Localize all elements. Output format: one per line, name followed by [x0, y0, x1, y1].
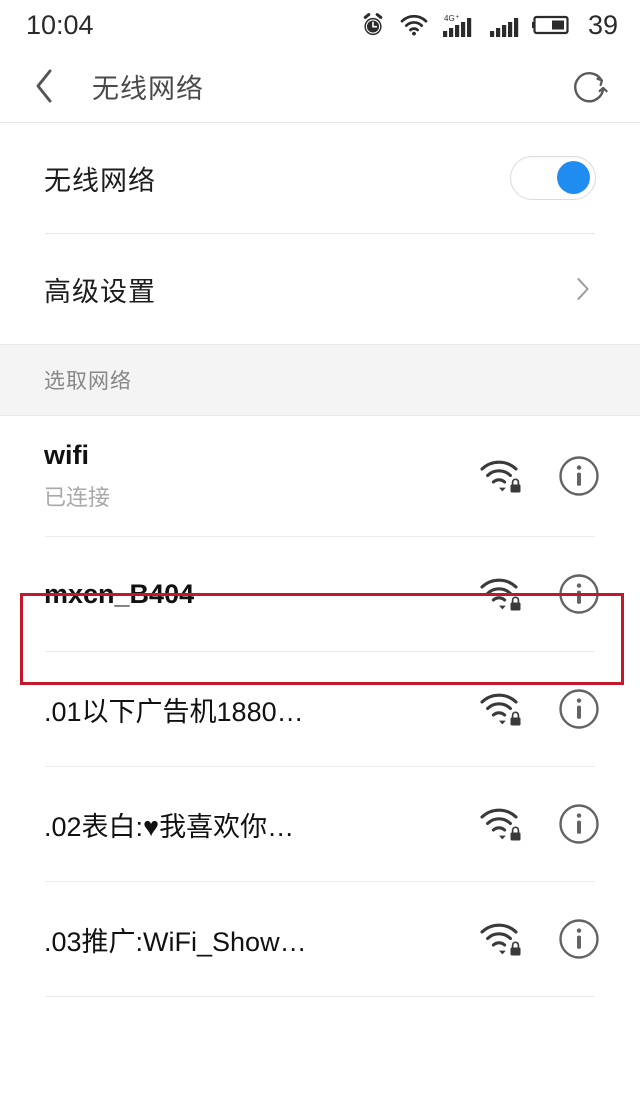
wifi-icon: [400, 14, 428, 36]
network-ssid: wifi: [44, 440, 89, 470]
status-icon-tray: 4G + 39: [360, 10, 618, 41]
wifi-toggle-switch[interactable]: [510, 156, 596, 200]
battery-percent-label: 39: [587, 9, 618, 40]
advanced-settings-label: 高级设置: [44, 276, 156, 307]
network-status: 已连接: [44, 485, 111, 510]
divider: [45, 996, 595, 997]
chevron-right-icon: [577, 278, 589, 300]
network-info-icon[interactable]: [558, 573, 600, 615]
network-list: wifi 已连接 mxcn_B404 .01以下广告机1880… .02表白:♥…: [0, 416, 640, 997]
wifi-secured-icon: [480, 808, 521, 841]
network-info-icon[interactable]: [558, 803, 600, 845]
signal-bars-icon: [489, 18, 519, 37]
chevron-left-icon: [36, 69, 52, 103]
svg-text:+: +: [455, 15, 459, 21]
svg-text:4G: 4G: [444, 14, 455, 23]
network-info-icon[interactable]: [558, 918, 600, 960]
wifi-toggle-label: 无线网络: [44, 165, 156, 196]
phone-screen: 10:04 4G + 39 无线网络 无线网络 高级设置 选取网络 wifi 已…: [0, 0, 640, 1107]
network-row-promo[interactable]: .03推广:WiFi_Show…: [0, 882, 640, 996]
status-bar: 10:04 4G + 39: [0, 0, 640, 50]
network-row-icons: [478, 918, 600, 960]
network-text-block: mxcn_B404: [44, 579, 478, 610]
network-ssid: .02表白:♥我喜欢你…: [44, 811, 295, 842]
battery-icon: [531, 15, 569, 35]
status-time: 10:04: [26, 9, 94, 40]
network-text-block: .03推广:WiFi_Show…: [44, 920, 478, 959]
network-row-icons: [478, 688, 600, 730]
network-row-mxcn-b404[interactable]: mxcn_B404: [0, 537, 640, 651]
page-title: 无线网络: [92, 73, 204, 104]
section-title: 选取网络: [44, 370, 132, 393]
choose-network-section-header: 选取网络: [0, 344, 640, 416]
refresh-icon: [574, 72, 608, 103]
advanced-settings-row[interactable]: 高级设置: [0, 234, 640, 344]
wifi-toggle-row[interactable]: 无线网络: [0, 123, 640, 233]
network-ssid: .03推广:WiFi_Show…: [44, 926, 307, 957]
network-row-wifi[interactable]: wifi 已连接: [0, 416, 640, 536]
wifi-secured-icon: [480, 923, 521, 956]
network-row-confession[interactable]: .02表白:♥我喜欢你…: [0, 767, 640, 881]
network-text-block: .02表白:♥我喜欢你…: [44, 805, 478, 844]
network-info-icon[interactable]: [558, 688, 600, 730]
network-info-icon[interactable]: [558, 455, 600, 497]
network-row-ad-machine[interactable]: .01以下广告机1880…: [0, 652, 640, 766]
network-text-block: wifi 已连接: [44, 440, 478, 512]
network-row-icons: [478, 803, 600, 845]
app-header: 无线网络: [0, 50, 640, 122]
wifi-secured-icon: [480, 578, 521, 611]
network-row-icons: [478, 573, 600, 615]
network-row-icons: [478, 455, 600, 497]
network-text-block: .01以下广告机1880…: [44, 690, 478, 729]
alarm-clock-icon: [363, 13, 383, 36]
refresh-button[interactable]: [568, 64, 612, 108]
signal-bars-icon: 4G +: [442, 14, 472, 37]
toggle-knob: [557, 161, 590, 194]
network-ssid: .01以下广告机1880…: [44, 696, 304, 727]
wifi-secured-icon: [480, 460, 521, 493]
network-ssid: mxcn_B404: [44, 578, 195, 609]
back-button[interactable]: [32, 66, 66, 106]
wifi-secured-icon: [480, 693, 521, 726]
